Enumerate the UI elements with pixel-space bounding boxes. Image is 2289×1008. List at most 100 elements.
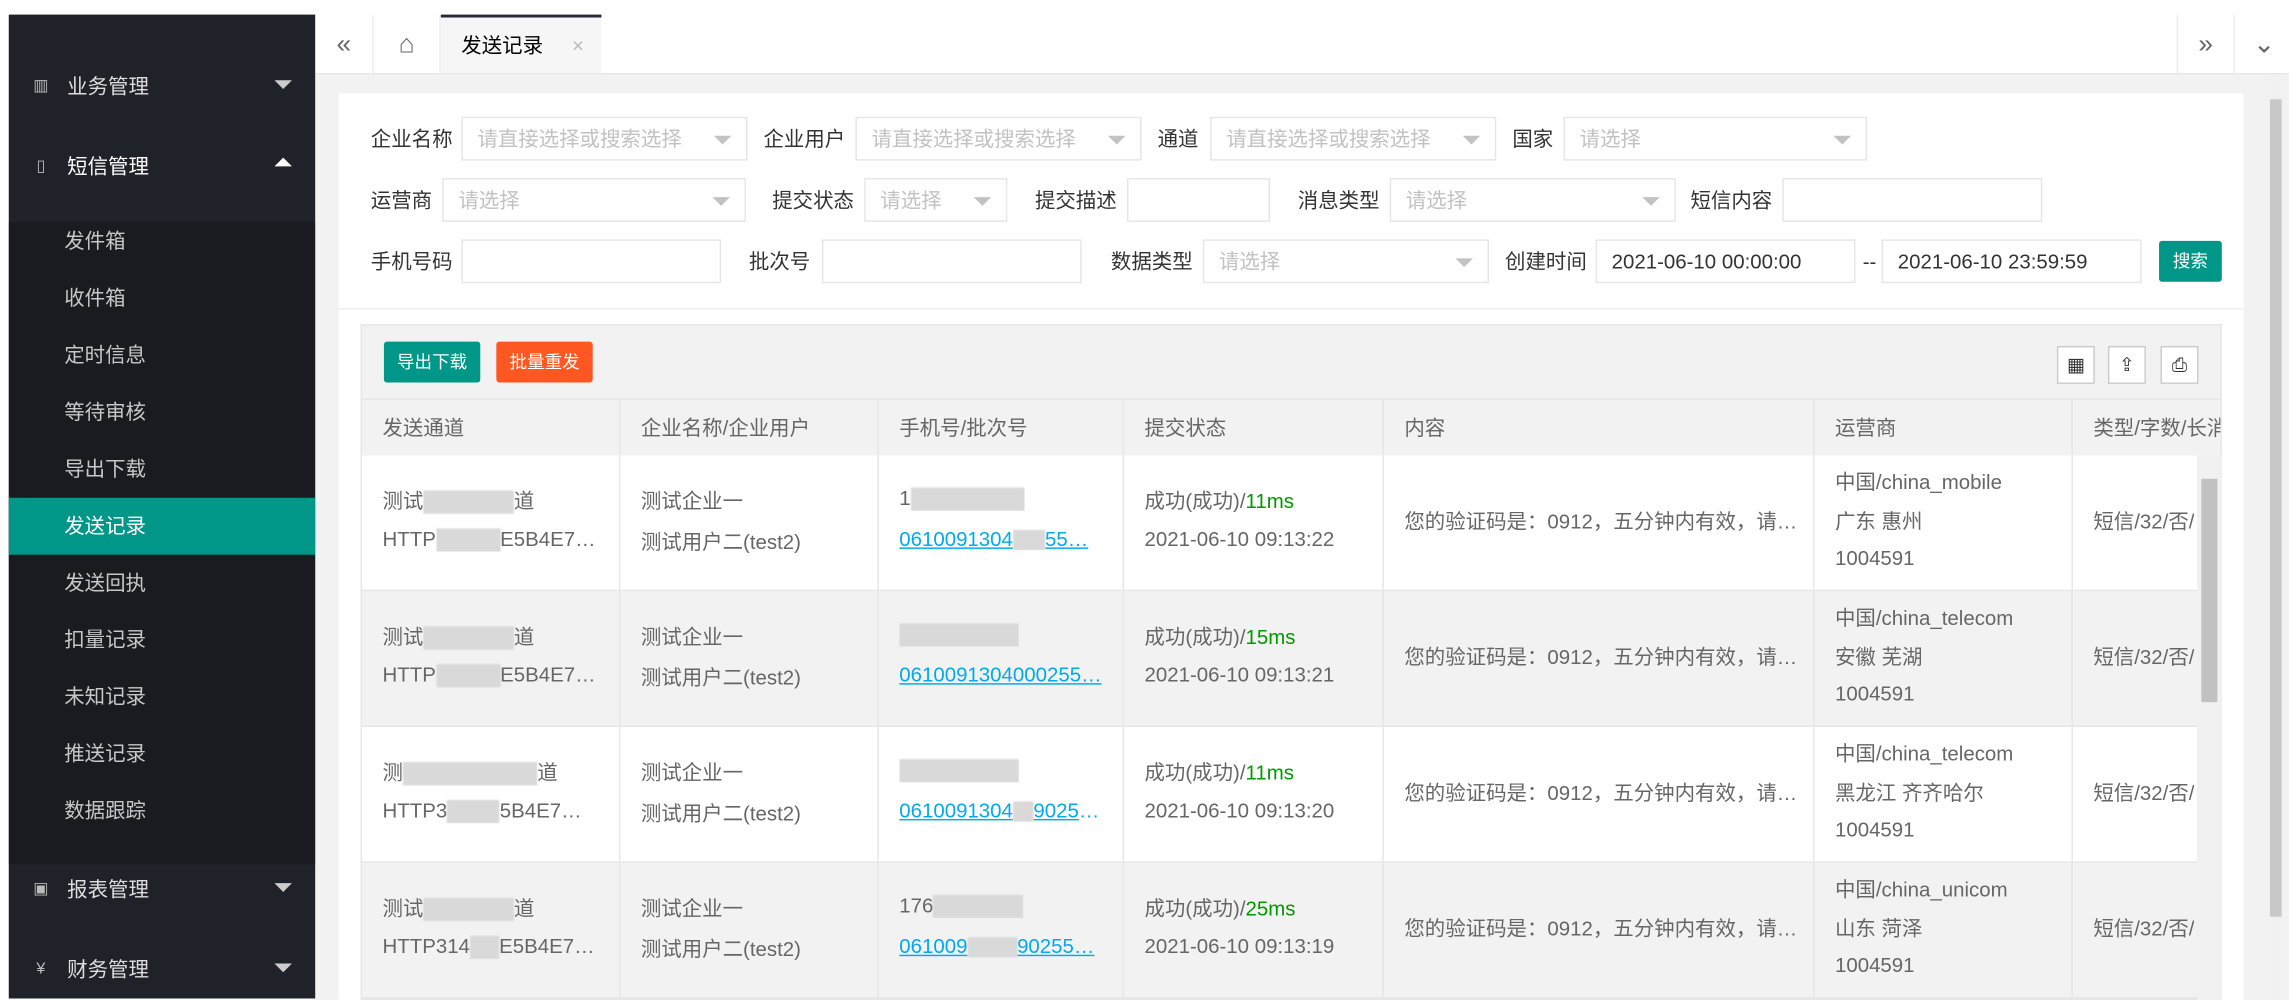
sidebar-group-label: 报表管理 [67,876,149,900]
end-time-input[interactable]: 2021-06-10 23:59:59 [1881,239,2142,284]
export-icon[interactable]: ⇪ [2107,345,2146,384]
carrier-select[interactable]: 请选择 [442,178,746,222]
carrier-placeholder: 请选择 [458,188,520,212]
batch-link[interactable]: 0610091304 55… [899,527,1103,551]
status-cell: 成功(成功)/15ms 2021-06-10 09:13:21 [1124,591,1384,726]
message-content: 您的验证码是：0912，五分钟内有效，请… [1404,645,1798,669]
phone-input[interactable] [461,239,722,284]
start-time-input[interactable]: 2021-06-10 00:00:00 [1595,239,1856,284]
company-name: 测试企业一 [640,896,744,920]
chevron-down-icon [274,883,292,892]
caret-down-icon [1642,197,1660,206]
msg-type-select[interactable]: 请选择 [1389,178,1676,222]
channel-id-tail: E5B4E7… [500,526,596,551]
content-cell: 您的验证码是：0912，五分钟内有效，请… [1384,455,1815,590]
home-icon[interactable]: ⌂ [374,14,441,73]
company-user: 测试用户二(test2) [640,801,801,825]
table-row[interactable]: 测试 道 HTTP E5B4E7… 测试企业一 测试用户二(test2) 06100… [362,591,2221,727]
column-header[interactable]: 类型/字数/长消 [2073,400,2220,455]
country-placeholder: 请选择 [1579,127,1641,151]
sms-content-input[interactable] [1782,178,2043,222]
channel-name-tail: 道 [513,489,535,513]
sidebar-group-label: 短信管理 [67,154,149,178]
batch-link[interactable]: 0610091304000255… [899,663,1103,686]
region: 山东 菏泽 [1834,916,1923,941]
sidebar-group-business[interactable]: ▥ 业务管理 [9,45,316,125]
batch-input[interactable] [821,239,1082,284]
columns-icon[interactable]: ▦ [2056,345,2095,384]
column-header[interactable]: 内容 [1384,399,1815,456]
user-select[interactable]: 请直接选择或搜索选择 [855,116,1142,161]
column-header[interactable]: 企业名称/企业用户 [620,399,879,456]
company-name: 测试企业一 [640,760,744,784]
latency: 11ms [1245,760,1294,784]
tab-send-records[interactable]: 发送记录 × [440,14,602,73]
channel-id-tail: E5B4E7… [499,934,595,958]
submit-time: 2021-06-10 09:13:19 [1144,934,1335,958]
channel-name-tail: 道 [513,624,535,649]
sidebar: ▥ 业务管理 ▯ 短信管理 发件箱 收件箱 定时信息 等待审核 导出下载 发送记… [8,14,316,999]
submit-desc-label: 提交描述 [1034,188,1117,212]
submit-desc-input[interactable] [1126,178,1271,222]
sidebar-group-sms[interactable]: ▯ 短信管理 [9,126,316,206]
latency: 11ms [1245,489,1294,513]
sidebar-item-export[interactable]: 导出下载 [9,441,316,498]
data-type-select[interactable]: 请选择 [1202,239,1489,284]
created-label: 创建时间 [1505,249,1587,273]
column-header[interactable]: 发送通道 [362,399,621,456]
tab-scroll-left-icon[interactable]: « [315,14,374,73]
sidebar-item-tracking[interactable]: 数据跟踪 [9,782,316,839]
channel-id: HTTP3 [382,798,448,822]
sidebar-item-scheduled[interactable]: 定时信息 [9,327,316,384]
column-header[interactable]: 运营商 [1815,399,2073,456]
company-cell: 测试企业一 测试用户二(test2) [620,591,879,726]
batch-id-tail: 255… [1047,662,1102,687]
table-row[interactable]: 测试 道 HTTP314 E5B4E7… 测试企业一 测试用户二(test2) 17… [362,862,2221,999]
print-icon[interactable]: ⎙ [2160,345,2199,384]
company-select[interactable]: 请直接选择或搜索选择 [461,116,748,161]
batch-link[interactable]: 061009 90255… [899,934,1103,959]
country-select[interactable]: 请选择 [1563,116,1868,161]
status-cell: 成功(成功)/11ms 2021-06-10 09:13:22 [1124,455,1384,590]
country-label: 国家 [1512,127,1554,151]
sidebar-item-unknown[interactable]: 未知记录 [9,669,316,726]
sidebar-item-push[interactable]: 推送记录 [9,726,316,783]
sidebar-item-inbox[interactable]: 收件箱 [9,270,316,327]
batch-id-tail: 55… [1045,526,1089,551]
sms-content-label: 短信内容 [1690,188,1773,212]
close-icon[interactable]: × [572,34,584,57]
column-header[interactable]: 提交状态 [1124,399,1384,456]
caret-down-icon [1455,258,1473,268]
status-text: 成功(成功)/ [1144,624,1246,649]
column-header[interactable]: 手机号/批次号 [879,399,1125,456]
sidebar-group-label: 业务管理 [67,73,149,98]
company-name: 测试企业一 [640,624,744,649]
chevron-down-icon[interactable]: ⌄ [2235,15,2289,73]
channel-name-tail: 道 [537,760,558,784]
sidebar-group-reports[interactable]: ▣ 报表管理 [9,848,316,928]
sidebar-group-finance[interactable]: ¥ 财务管理 [9,928,316,998]
company-label: 企业名称 [370,127,453,151]
table-scrollbar-thumb[interactable] [2201,478,2218,703]
batch-resend-button[interactable]: 批量重发 [496,341,593,383]
table-row[interactable]: 测试 道 HTTP E5B4E7… 测试企业一 测试用户二(test2) 1 061… [362,455,2221,592]
table-row[interactable]: 测 道 HTTP3 5B4E7… 测试企业一 测试用户二(test2) 061009… [362,726,2221,863]
sidebar-item-deduction[interactable]: 扣量记录 [9,612,316,669]
tab-scroll-right-icon[interactable]: » [2176,14,2235,73]
sidebar-item-pending-review[interactable]: 等待审核 [9,384,316,441]
submit-status-select[interactable]: 请选择 [864,178,1008,222]
export-button[interactable]: 导出下载 [383,341,481,383]
channel-name: 测试 [382,896,424,920]
sidebar-item-send-receipts[interactable]: 发送回执 [9,555,316,612]
batch-link[interactable]: 0610091304 90255… [899,799,1104,823]
region: 安徽 芜湖 [1834,645,1923,669]
sidebar-item-send-records[interactable]: 发送记录 [8,497,316,555]
channel-label: 通道 [1157,127,1199,151]
carrier-code: 1004591 [1834,545,1915,570]
sidebar-item-outbox[interactable]: 发件箱 [9,213,316,270]
channel-select[interactable]: 请直接选择或搜索选择 [1210,116,1497,161]
content-cell: 您的验证码是：0912，五分钟内有效，请… [1384,591,1815,726]
search-button[interactable]: 搜索 [2159,240,2222,282]
caret-down-icon [713,135,732,145]
page-scrollbar-thumb[interactable] [2269,99,2282,917]
